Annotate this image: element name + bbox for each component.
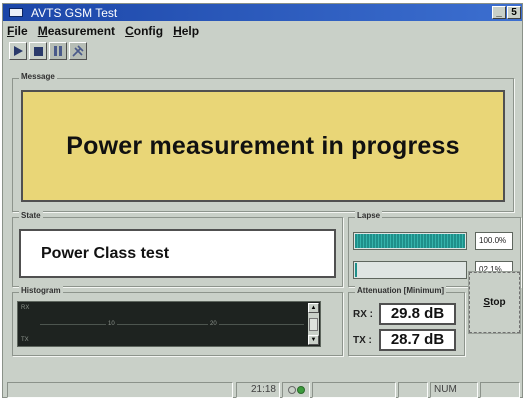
status-pane-main — [7, 382, 233, 398]
menu-file[interactable]: File — [7, 24, 28, 40]
tools-icon — [72, 45, 84, 57]
pause-icon — [54, 46, 62, 56]
state-text: Power Class test — [41, 244, 170, 262]
histogram-mark-right: 20 — [208, 321, 219, 327]
status-num: NUM — [430, 382, 478, 398]
scroll-up-icon[interactable]: ▲ — [308, 303, 319, 313]
lapse-progress-bar-2 — [353, 261, 467, 279]
menu-help[interactable]: Help — [173, 24, 199, 40]
message-group: Message Power measurement in progress — [12, 72, 514, 212]
status-pane-empty-3 — [480, 382, 520, 398]
stop-square-icon — [34, 47, 43, 56]
minimize-button[interactable]: _ — [492, 6, 506, 19]
play-button[interactable] — [9, 42, 27, 60]
message-panel: Power measurement in progress — [21, 90, 505, 202]
toolbar — [9, 42, 87, 62]
state-group-label: State — [19, 211, 43, 220]
rx-value: 29.8 dB — [379, 303, 456, 325]
app-icon[interactable] — [9, 8, 23, 17]
scroll-thumb[interactable] — [309, 318, 318, 331]
rx-label: RX : — [353, 308, 373, 320]
menu-config-label: onfig — [133, 24, 164, 38]
histogram-group: Histogram RX TX 10 20 ▲ ▼ — [12, 286, 343, 356]
tx-value: 28.7 dB — [379, 329, 456, 351]
histogram-axis — [40, 324, 304, 325]
status-time: 21:18 — [236, 382, 280, 398]
lapse-progress-fill-1 — [355, 234, 465, 248]
menu-config-mnemonic: C — [125, 24, 134, 38]
histogram-label-bottom: TX — [21, 337, 29, 343]
tools-button[interactable] — [69, 42, 87, 60]
menu-measurement[interactable]: Measurement — [38, 24, 115, 40]
attenuation-group-label: Attenuation [Minimum] — [355, 286, 447, 295]
histogram-label-top: RX — [21, 305, 30, 311]
scroll-down-icon[interactable]: ▼ — [308, 335, 319, 345]
menu-measurement-label: easurement — [47, 24, 116, 38]
stop-button-mnemonic: S — [483, 297, 491, 308]
stop-button-label: top — [490, 297, 506, 308]
tx-label: TX : — [353, 334, 372, 346]
restore-button[interactable]: 5 — [507, 6, 521, 19]
menu-file-label: ile — [14, 24, 28, 38]
play-icon — [14, 46, 23, 56]
lapse-value-1: 100.0% — [475, 232, 513, 250]
status-pane-empty-1 — [312, 382, 396, 398]
lapse-progress-bar-1 — [353, 232, 467, 250]
window-title: AVTS GSM Test — [31, 6, 118, 20]
status-led-icons — [288, 386, 305, 394]
state-panel: Power Class test — [19, 229, 336, 278]
lapse-group-label: Lapse — [355, 211, 383, 220]
menu-help-label: elp — [181, 24, 200, 38]
message-group-label: Message — [19, 72, 57, 81]
state-group: State Power Class test — [12, 211, 343, 287]
pause-button[interactable] — [49, 42, 67, 60]
menu-measurement-mnemonic: M — [37, 24, 48, 38]
histogram-mark-left: 10 — [106, 321, 117, 327]
main-window: AVTS GSM Test _ 5 File Measurement Confi… — [2, 3, 523, 398]
status-bar: 21:18 NUM — [3, 382, 522, 398]
histogram-display: RX TX 10 20 ▲ ▼ — [17, 301, 321, 347]
stop-button[interactable]: Stop — [468, 271, 521, 334]
attenuation-group: Attenuation [Minimum] RX : 29.8 dB TX : … — [348, 286, 465, 356]
histogram-group-label: Histogram — [19, 286, 63, 295]
attenuation-rx-row: RX : 29.8 dB — [353, 303, 456, 325]
status-pane-empty-2 — [398, 382, 428, 398]
menu-help-mnemonic: H — [173, 24, 182, 38]
message-text: Power measurement in progress — [66, 131, 460, 160]
status-indicators — [282, 382, 310, 398]
lapse-progress-fill-2 — [355, 263, 358, 277]
histogram-scrollbar[interactable]: ▲ ▼ — [308, 303, 319, 345]
menu-bar: File Measurement Config Help — [7, 24, 199, 40]
title-bar[interactable]: AVTS GSM Test _ 5 — [3, 4, 522, 21]
stop-tool-button[interactable] — [29, 42, 47, 60]
menu-config[interactable]: Config — [125, 24, 163, 40]
attenuation-tx-row: TX : 28.7 dB — [353, 329, 456, 351]
